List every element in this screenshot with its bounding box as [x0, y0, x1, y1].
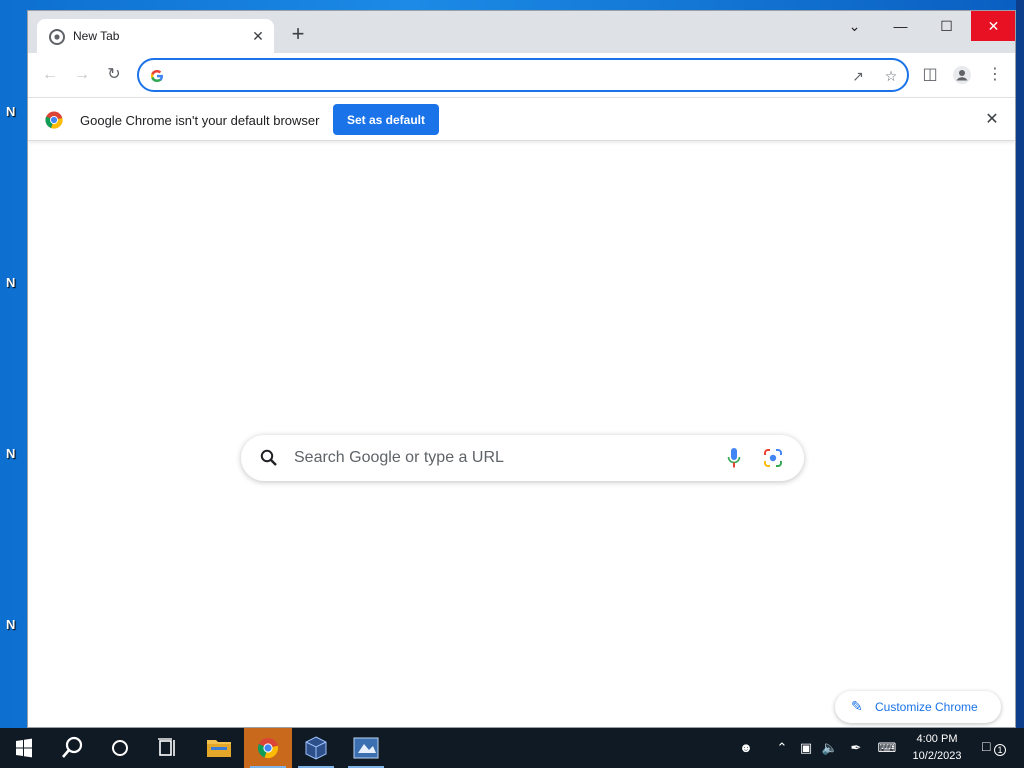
- search-icon[interactable]: [48, 728, 96, 768]
- taskbar-app-button[interactable]: [342, 728, 390, 768]
- background-window-edge: [1016, 0, 1024, 728]
- chrome-icon: [257, 738, 279, 759]
- tab-close-icon[interactable]: ✕: [249, 27, 267, 45]
- google-icon: [150, 70, 163, 82]
- clock-date: 10/2/2023: [912, 750, 962, 762]
- notification-count: 1: [994, 744, 1006, 756]
- desktop-icon-label[interactable]: N: [6, 275, 15, 290]
- reload-icon[interactable]: ↻: [104, 65, 124, 85]
- tab-title: New Tab: [73, 29, 120, 43]
- maximize-button[interactable]: ☐: [924, 11, 969, 41]
- google-lens-icon[interactable]: [763, 448, 783, 468]
- new-tab-button[interactable]: +: [286, 23, 310, 47]
- network-icon[interactable]: ▣: [796, 738, 816, 758]
- people-icon[interactable]: ☻: [736, 738, 756, 758]
- infobar-message: Google Chrome isn't your default browser: [80, 113, 320, 128]
- file-explorer-icon[interactable]: [195, 728, 243, 768]
- pencil-icon: ✎: [851, 698, 863, 714]
- virtualbox-icon: [305, 736, 327, 760]
- minimize-button[interactable]: —: [878, 11, 923, 41]
- customize-chrome-button[interactable]: ✎ Customize Chrome: [835, 691, 1001, 723]
- chrome-logo-icon: [45, 111, 63, 129]
- app-window-icon: [353, 737, 379, 759]
- ntp-search-placeholder: Search Google or type a URL: [294, 449, 504, 466]
- taskbar-virtualbox-button[interactable]: [292, 728, 340, 768]
- desktop-icon-label[interactable]: N: [6, 617, 15, 632]
- close-window-button[interactable]: ✕: [971, 11, 1015, 41]
- menu-icon[interactable]: ⋮: [985, 65, 1005, 85]
- browser-toolbar: ← → ↻ ↗ ☆ ◫ ⋮: [28, 53, 1015, 97]
- desktop-icon-label[interactable]: N: [6, 104, 15, 119]
- task-view-icon[interactable]: [144, 728, 192, 768]
- search-icon: [260, 449, 277, 466]
- system-clock[interactable]: 4:00 PM 10/2/2023: [900, 731, 974, 765]
- pen-icon[interactable]: ✒: [846, 738, 866, 758]
- keyboard-icon[interactable]: ⌨: [877, 738, 897, 758]
- volume-muted-icon[interactable]: 🔈: [820, 738, 840, 758]
- chevron-up-icon[interactable]: ⌃: [772, 738, 792, 758]
- address-bar[interactable]: ↗ ☆: [137, 58, 909, 92]
- address-input[interactable]: [173, 64, 833, 86]
- forward-icon[interactable]: →: [72, 65, 92, 85]
- set-as-default-button[interactable]: Set as default: [333, 104, 439, 135]
- profile-icon[interactable]: [952, 65, 972, 85]
- back-icon[interactable]: ←: [40, 65, 60, 85]
- infobar-close-icon[interactable]: ✕: [982, 110, 1002, 130]
- notifications-icon[interactable]: □ 1: [982, 738, 1006, 758]
- tab-search-dropdown-icon[interactable]: ⌄: [832, 11, 877, 41]
- side-panel-icon[interactable]: ◫: [920, 65, 940, 85]
- ntp-search-box[interactable]: Search Google or type a URL: [241, 435, 804, 481]
- chrome-window: New Tab ✕ + ⌄ — ☐ ✕ ← → ↻ ↗ ☆ ◫ ⋮ Google…: [27, 10, 1016, 728]
- clock-time: 4:00 PM: [916, 733, 958, 745]
- cortana-icon[interactable]: [96, 728, 144, 768]
- title-bar: New Tab ✕ + ⌄ — ☐ ✕: [28, 11, 1015, 53]
- desktop-icon-label[interactable]: N: [6, 446, 15, 461]
- default-browser-infobar: Google Chrome isn't your default browser…: [28, 97, 1015, 141]
- bookmark-star-icon[interactable]: ☆: [882, 67, 900, 85]
- chrome-icon: [49, 29, 65, 45]
- taskbar: ☻ ⌃ ▣ 🔈 ✒ ⌨ 4:00 PM 10/2/2023 □ 1: [0, 728, 1024, 768]
- tab-new-tab[interactable]: New Tab ✕: [37, 19, 274, 53]
- customize-chrome-label: Customize Chrome: [875, 700, 978, 714]
- share-icon[interactable]: ↗: [849, 67, 867, 85]
- microphone-icon[interactable]: [727, 447, 741, 469]
- taskbar-chrome-button[interactable]: [244, 728, 292, 768]
- windows-start-icon[interactable]: [0, 728, 48, 768]
